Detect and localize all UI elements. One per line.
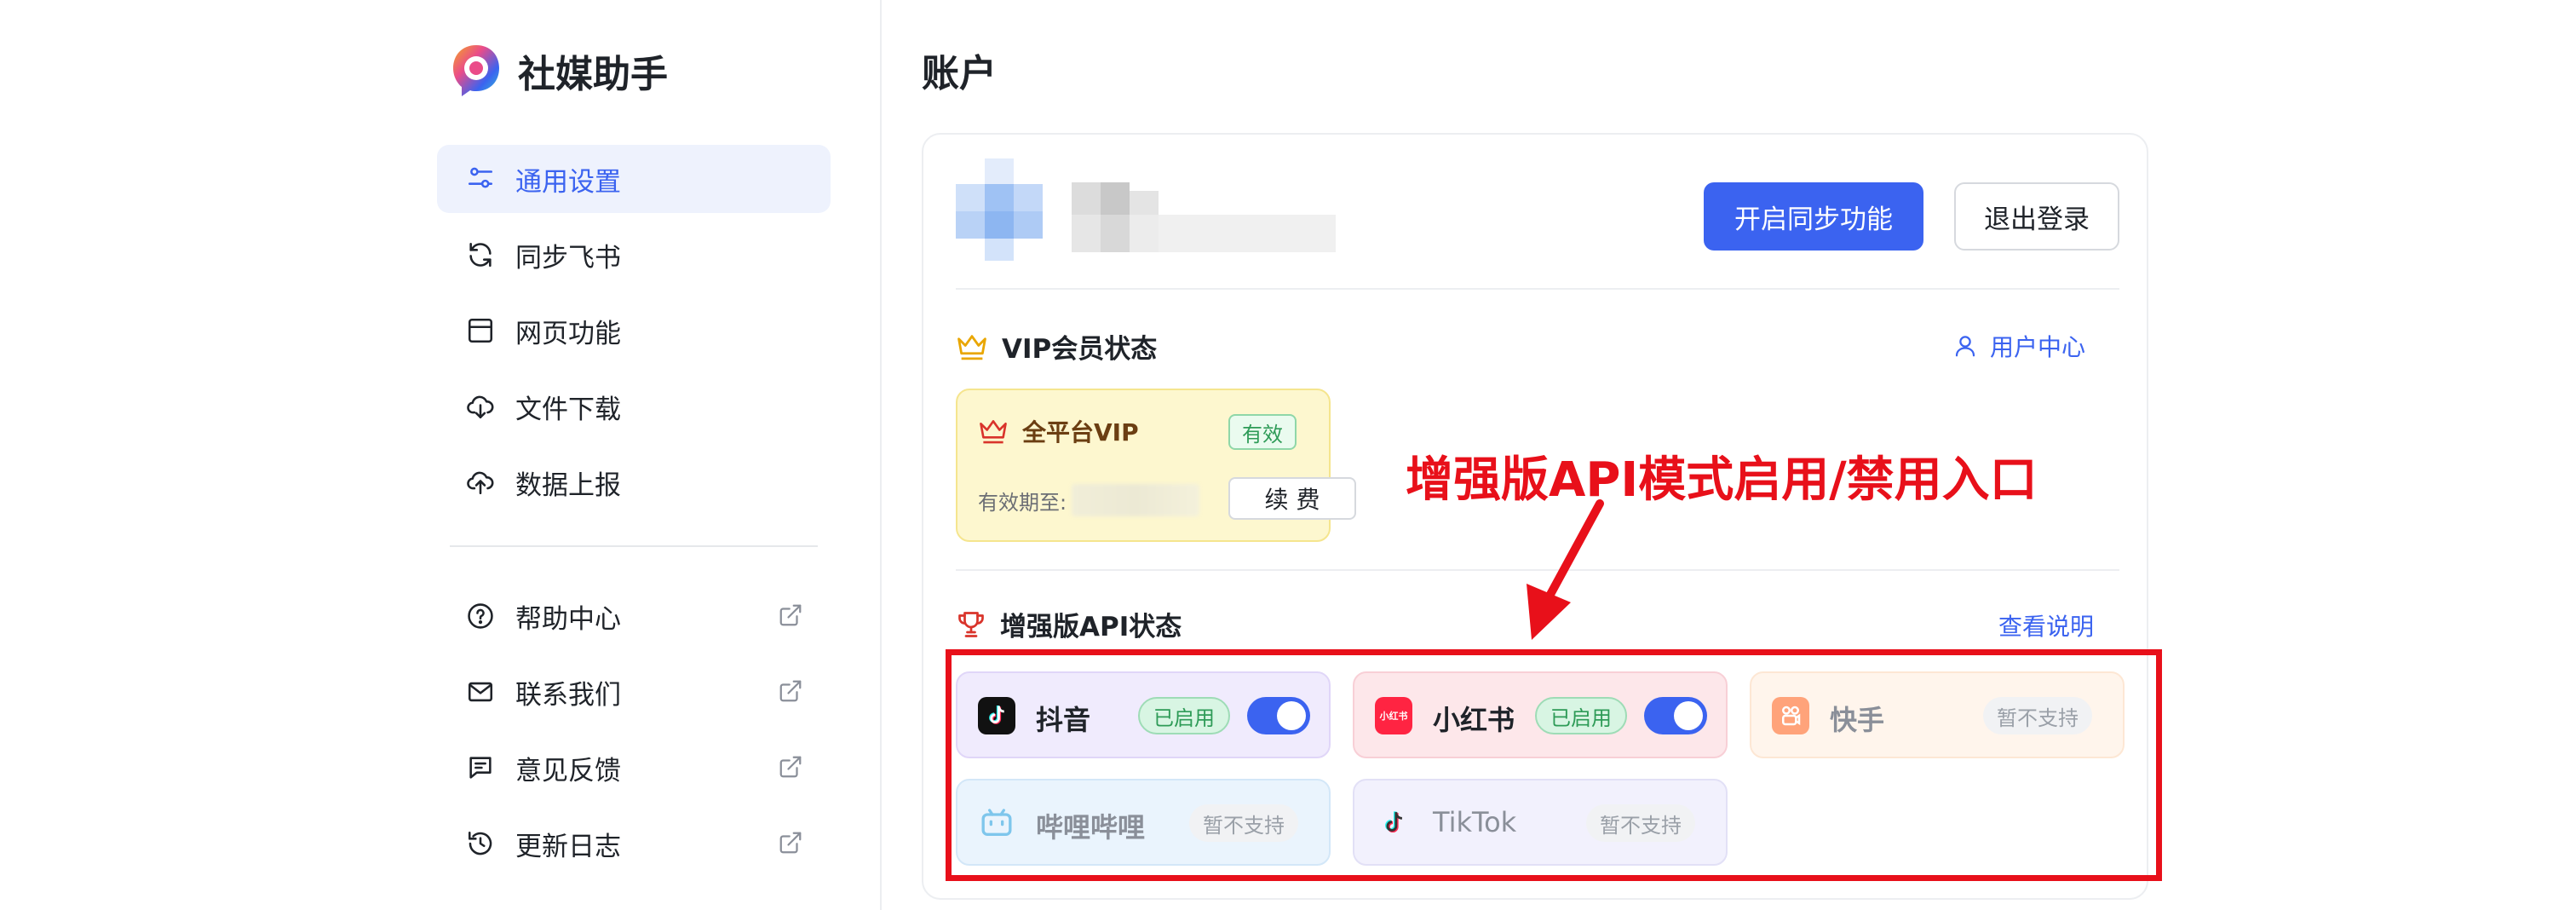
user-center-link[interactable]: 用户中心 — [1952, 329, 2085, 363]
sidebar-item-label: 通用设置 — [515, 166, 621, 198]
vip-expiry-date-redacted — [1072, 484, 1199, 516]
sidebar-divider — [450, 545, 818, 547]
external-link-icon — [779, 680, 802, 702]
sidebar-item-label: 同步飞书 — [515, 242, 621, 274]
help-circle-icon — [468, 603, 493, 629]
app-logo-icon — [453, 45, 499, 96]
feedback-icon — [469, 757, 492, 779]
sidebar-link-changelog[interactable]: 更新日志 — [437, 809, 831, 878]
sidebar-item-label: 文件下载 — [515, 394, 621, 425]
sidebar: 社媒助手 通用设置 同步飞书 网页功能 文件下载 数据上报 帮助中心 联系我们 … — [0, 0, 882, 910]
sidebar-item-label: 更新日志 — [515, 831, 621, 862]
api-section-title: 增强版API状态 — [956, 605, 1182, 643]
logout-button[interactable]: 退出登录 — [1954, 182, 2119, 251]
vip-status-badge: 有效 — [1228, 414, 1297, 450]
page-title: 账户 — [922, 52, 997, 95]
annotation-arrow-icon — [1527, 499, 1604, 640]
renew-button[interactable]: 续 费 — [1228, 477, 1356, 520]
user-name-redacted — [1072, 182, 1336, 252]
sidebar-item-label: 数据上报 — [515, 469, 621, 501]
app-logo: 社媒助手 — [450, 43, 668, 99]
sidebar-item-label: 意见反馈 — [515, 755, 621, 786]
annotation-highlight-box — [946, 649, 2162, 881]
cloud-upload-icon — [467, 471, 494, 495]
sidebar-link-help-center[interactable]: 帮助中心 — [437, 582, 831, 650]
sidebar-item-data-report[interactable]: 数据上报 — [437, 448, 831, 516]
browser-window-icon — [468, 318, 493, 343]
vip-plan-card: 全平台VIP 有效 有效期至: 续 费 — [956, 389, 1356, 542]
sidebar-item-label: 联系我们 — [515, 679, 621, 711]
sidebar-item-sync-feishu[interactable]: 同步飞书 — [437, 221, 831, 289]
sidebar-item-label: 网页功能 — [515, 318, 621, 349]
mail-icon — [468, 682, 493, 702]
sidebar-link-contact-us[interactable]: 联系我们 — [437, 658, 831, 726]
sidebar-item-label: 帮助中心 — [515, 603, 621, 635]
sidebar-link-feedback[interactable]: 意见反馈 — [437, 734, 831, 802]
external-link-icon — [779, 832, 802, 854]
vip-plan-name: 全平台VIP — [978, 414, 1139, 448]
sidebar-item-web-features[interactable]: 网页功能 — [437, 297, 831, 365]
sidebar-item-file-download[interactable]: 文件下载 — [437, 372, 831, 441]
crown-icon — [980, 420, 1007, 444]
history-icon — [468, 831, 492, 855]
sliders-icon — [468, 167, 493, 188]
cloud-download-icon — [467, 395, 494, 419]
enable-sync-button[interactable]: 开启同步功能 — [1704, 182, 1923, 251]
external-link-icon — [779, 604, 802, 626]
avatar — [956, 158, 1043, 261]
external-link-icon — [779, 756, 802, 778]
user-icon — [1955, 336, 1975, 357]
view-docs-link[interactable]: 查看说明 — [1998, 608, 2094, 642]
annotation-text: 增强版API模式启用/禁用入口 — [1406, 452, 2038, 508]
sidebar-item-general-settings[interactable]: 通用设置 — [437, 145, 831, 213]
sync-icon — [469, 242, 492, 268]
app-name: 社媒助手 — [518, 53, 668, 96]
vip-expiry-label: 有效期至: — [978, 491, 1067, 515]
trophy-icon — [958, 611, 984, 637]
crown-icon — [957, 334, 986, 360]
divider — [956, 288, 2119, 290]
vip-section-title: VIP会员状态 — [956, 327, 1157, 366]
